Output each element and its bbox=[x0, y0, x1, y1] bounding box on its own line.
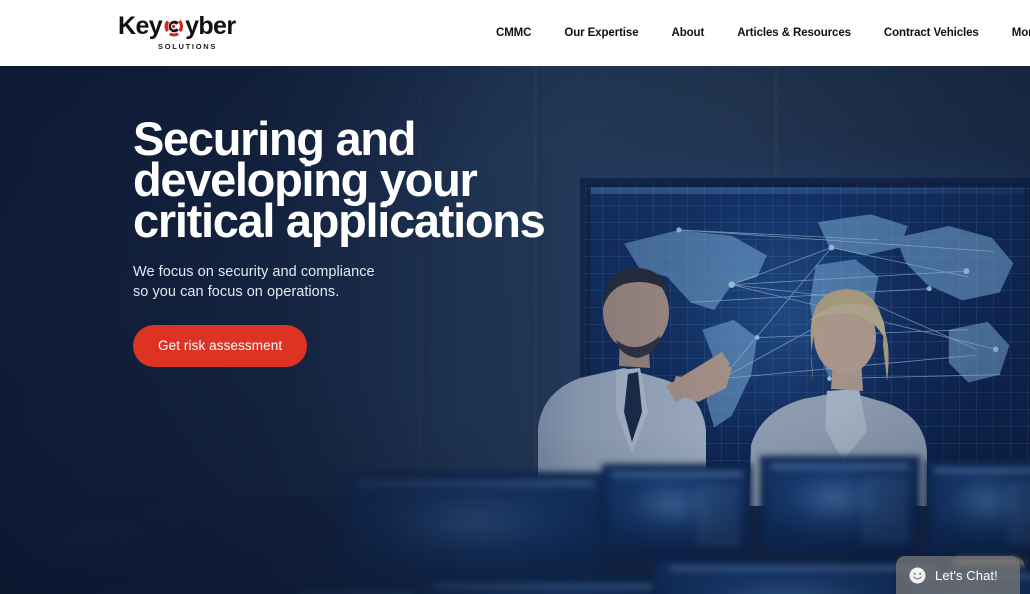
site-logo[interactable]: Key yber SOLUTIONS bbox=[118, 12, 236, 53]
main-navigation: CMMC Our Expertise About Articles & Reso… bbox=[496, 0, 1030, 66]
page: Key yber SOLUTIONS CMMC Our Expertise Ab… bbox=[0, 0, 1030, 594]
hero-headline-line-3: critical applications bbox=[133, 194, 546, 247]
hero-headline: Securing and developing your critical ap… bbox=[133, 115, 653, 247]
nav-item-cmmc[interactable]: CMMC bbox=[496, 27, 531, 39]
chat-widget-label: Let's Chat! bbox=[935, 567, 998, 583]
lets-chat-widget[interactable]: Let's Chat! bbox=[896, 556, 1020, 594]
get-risk-assessment-button[interactable]: Get risk assessment bbox=[133, 325, 308, 367]
logo-tagline: SOLUTIONS bbox=[158, 42, 218, 51]
site-header: Key yber SOLUTIONS CMMC Our Expertise Ab… bbox=[0, 0, 1030, 66]
keycyber-ring-c-icon bbox=[162, 15, 185, 38]
hero-subtitle: We focus on security and compliance so y… bbox=[133, 262, 653, 302]
smiley-face-icon bbox=[909, 567, 926, 583]
nav-item-contract-vehicles[interactable]: Contract Vehicles bbox=[884, 27, 979, 39]
logo-text-key: Key bbox=[118, 12, 163, 40]
hero-subtitle-line-2: so you can focus on operations. bbox=[133, 284, 340, 300]
hero-section: Securing and developing your critical ap… bbox=[0, 66, 1030, 594]
nav-item-our-expertise[interactable]: Our Expertise bbox=[564, 27, 638, 39]
hero-content: Securing and developing your critical ap… bbox=[133, 115, 653, 367]
nav-item-articles-resources[interactable]: Articles & Resources bbox=[737, 27, 851, 39]
hero-subtitle-line-1: We focus on security and compliance bbox=[133, 264, 375, 280]
nav-item-more[interactable]: More bbox=[1012, 27, 1030, 39]
logo-wordmark: Key yber bbox=[118, 12, 236, 40]
nav-item-about[interactable]: About bbox=[672, 27, 705, 39]
logo-text-cyber: yber bbox=[185, 12, 236, 40]
